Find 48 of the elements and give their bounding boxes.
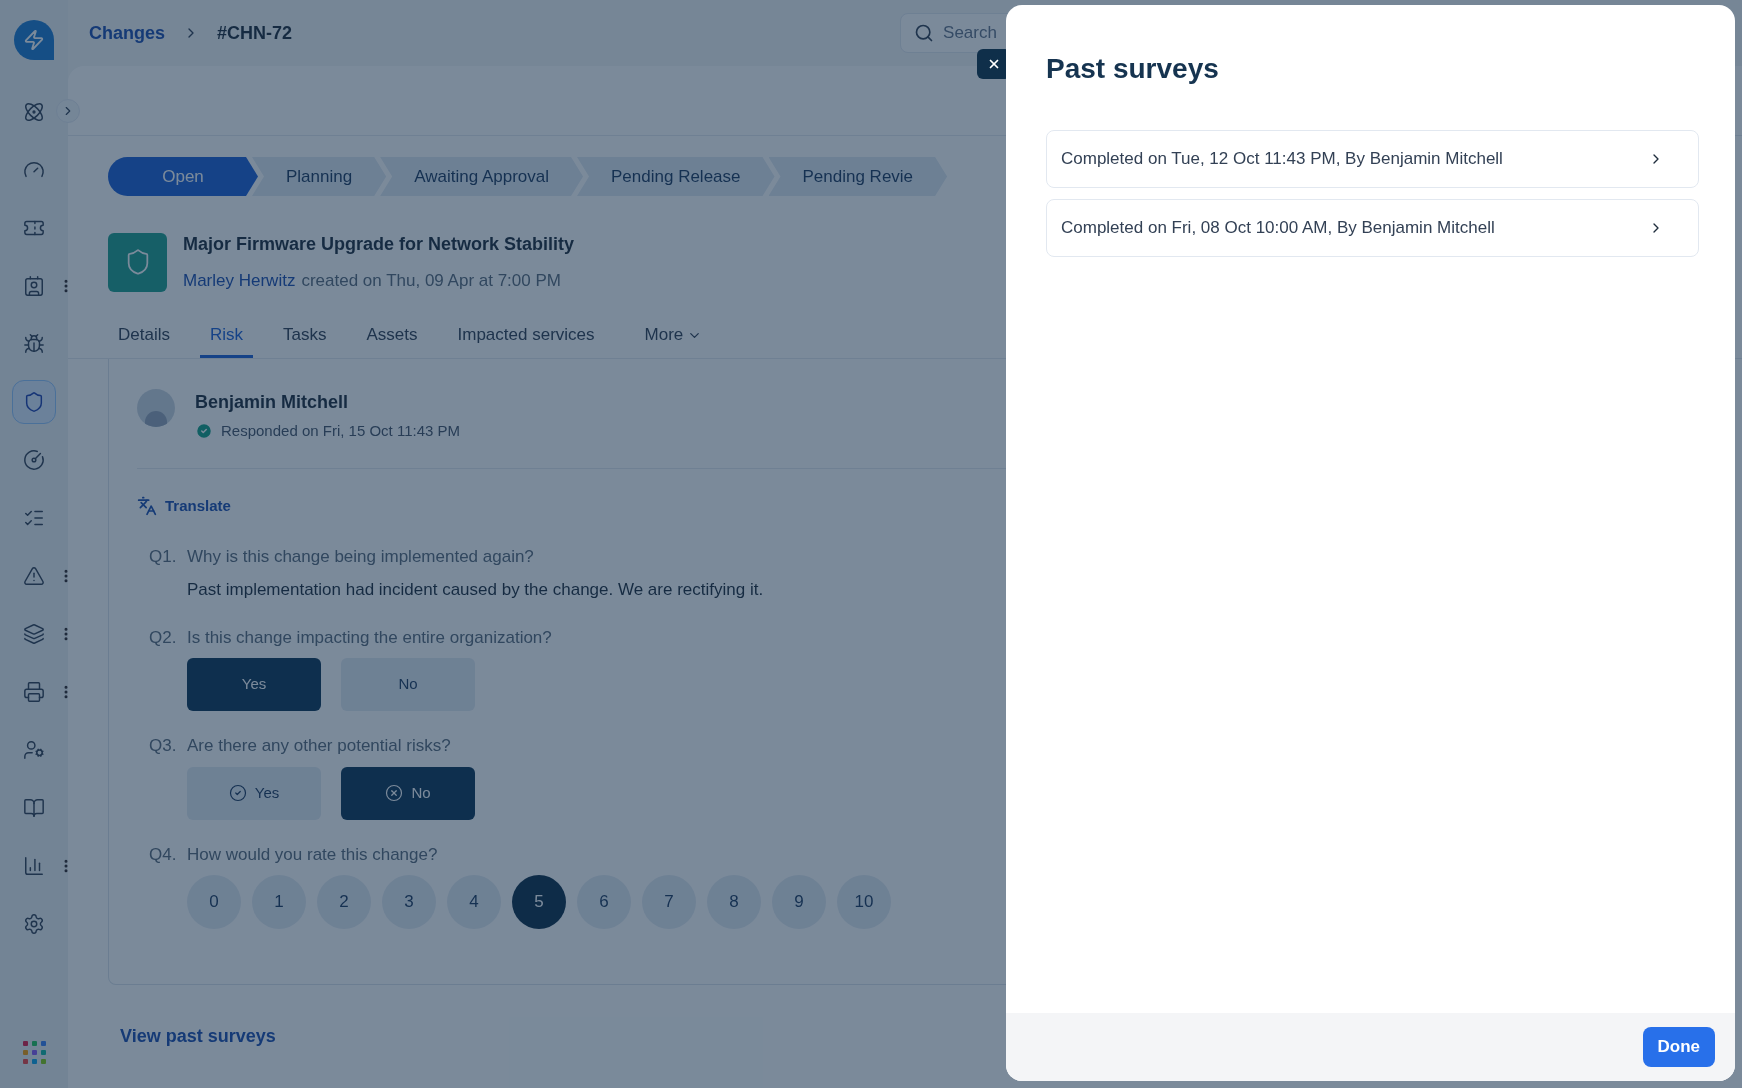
author-link[interactable]: Marley Herwitz: [183, 268, 296, 294]
rating-option[interactable]: 6: [577, 875, 631, 929]
tab[interactable]: Tasks: [283, 315, 327, 358]
stage-step[interactable]: Pending Revie: [768, 157, 948, 196]
created-text: created on Thu, 09 Apr at 7:00 PM: [301, 270, 561, 292]
question-number: Q3.: [149, 735, 177, 757]
answer-option[interactable]: No: [341, 766, 475, 820]
answer-option[interactable]: Yes: [187, 658, 321, 711]
tab[interactable]: Impacted services: [457, 315, 595, 358]
answer-option[interactable]: No: [341, 658, 475, 711]
question-text: Why is this change being implemented again?: [187, 545, 534, 568]
past-survey-item[interactable]: Completed on Fri, 08 Oct 10:00 AM, By Benjamin Mitchell: [1046, 199, 1699, 257]
tab[interactable]: Assets: [366, 315, 418, 358]
question-number: Q2.: [149, 626, 177, 649]
answer-option[interactable]: Yes: [187, 766, 321, 820]
rating-option[interactable]: 9: [772, 875, 826, 929]
stage-step[interactable]: Planning: [252, 157, 387, 196]
change-title: Major Firmware Upgrade for Network Stability: [183, 233, 575, 256]
rating-option[interactable]: 5: [512, 875, 566, 929]
rating-option[interactable]: 2: [317, 875, 371, 929]
stage-step[interactable]: Awaiting Approval: [380, 157, 583, 196]
responded-text: Responded on Fri, 15 Oct 11:43 PM: [221, 420, 461, 441]
tab[interactable]: More: [644, 315, 703, 358]
rating-option[interactable]: 7: [642, 875, 696, 929]
tab[interactable]: Risk: [199, 315, 254, 358]
question-text: Are there any other potential risks?: [187, 735, 451, 757]
respondent-name: Benjamin Mitchell: [195, 390, 350, 414]
stage-step[interactable]: Pending Release: [577, 157, 775, 196]
answer-text: Past implementation had incident caused by the change. We are rectifying it.: [187, 579, 765, 601]
stage-step[interactable]: Open: [108, 157, 258, 196]
tab[interactable]: Details: [118, 315, 170, 358]
question-text: How would you rate this change?: [187, 843, 438, 866]
question-number: Q4.: [149, 843, 177, 866]
breadcrumb-link[interactable]: Changes: [89, 19, 166, 47]
past-survey-item[interactable]: Completed on Tue, 12 Oct 11:43 PM, By Benjamin Mitchell: [1046, 130, 1699, 188]
drawer-title: Past surveys: [1046, 52, 1220, 86]
rating-option[interactable]: 10: [837, 875, 891, 929]
rating-option[interactable]: 4: [447, 875, 501, 929]
question-text: Is this change impacting the entire organization?: [187, 626, 552, 649]
rating-option[interactable]: 8: [707, 875, 761, 929]
translate-button[interactable]: Translate: [137, 495, 231, 518]
rating-option[interactable]: 1: [252, 875, 306, 929]
question-number: Q1.: [149, 545, 177, 568]
done-button[interactable]: Done: [1642, 1027, 1715, 1067]
rating-option[interactable]: 0: [187, 875, 241, 929]
rating-option[interactable]: 3: [382, 875, 436, 929]
view-past-surveys-link[interactable]: View past surveys: [120, 1022, 276, 1050]
breadcrumb-current: #CHN-72: [217, 21, 293, 45]
